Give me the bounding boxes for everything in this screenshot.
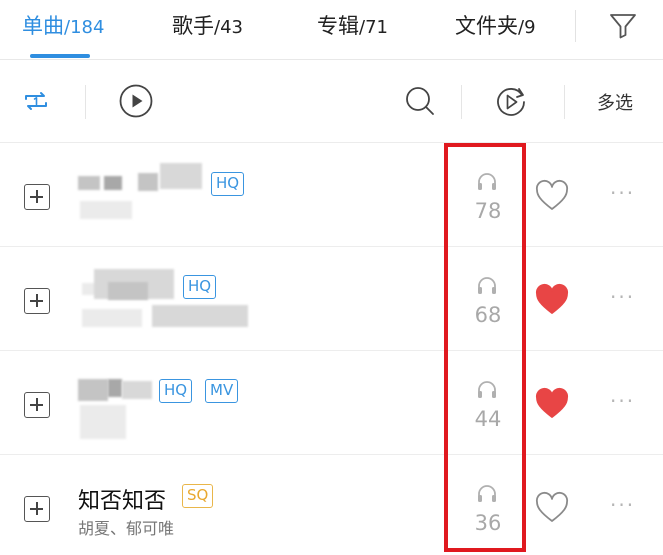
tab-bar: 单曲/184 歌手/43 专辑/71 文件夹/9 <box>0 0 663 60</box>
add-icon[interactable] <box>24 496 50 522</box>
tab-songs[interactable]: 单曲/184 <box>22 8 104 44</box>
heart-icon[interactable] <box>534 387 570 421</box>
multi-select-button[interactable]: 多选 <box>597 89 633 115</box>
hq-badge: HQ <box>183 275 217 299</box>
toolbar-divider <box>564 85 565 119</box>
search-icon <box>406 87 434 115</box>
mv-badge[interactable]: MV <box>205 379 239 403</box>
search-button[interactable] <box>402 83 438 123</box>
tab-albums-label: 专辑 <box>317 14 359 38</box>
heart-icon[interactable] <box>534 179 570 213</box>
blurred-title <box>78 176 100 190</box>
song-row[interactable]: HQ MV 44 ··· <box>0 351 663 455</box>
tab-singers-label: 歌手 <box>172 14 214 38</box>
tab-divider <box>575 10 576 42</box>
song-row[interactable]: HQ 78 ··· <box>0 143 663 247</box>
toolbar-divider <box>85 85 86 119</box>
blurred-artist <box>82 309 142 327</box>
tab-singers-count: /43 <box>214 17 243 38</box>
song-row[interactable]: HQ 68 ··· <box>0 247 663 351</box>
toolbar-divider <box>461 85 462 119</box>
active-tab-indicator <box>30 54 90 58</box>
play-count-highlight-box <box>444 143 526 552</box>
blurred-title <box>108 379 122 397</box>
blurred-title <box>108 282 148 300</box>
loop-one-icon <box>25 92 47 110</box>
blurred-artist <box>152 305 248 327</box>
heart-icon[interactable] <box>534 283 570 317</box>
hq-badge: HQ <box>211 172 245 196</box>
tab-albums-count: /71 <box>359 17 388 38</box>
filter-button[interactable] <box>606 8 640 42</box>
heart-icon[interactable] <box>534 491 570 525</box>
filter-icon <box>610 14 636 39</box>
song-list-toolbar: 多选 <box>0 61 663 143</box>
more-icon[interactable]: ··· <box>610 181 635 205</box>
tab-albums[interactable]: 专辑/71 <box>317 8 388 44</box>
more-icon[interactable]: ··· <box>610 493 635 517</box>
hq-badge: HQ <box>159 379 193 403</box>
blurred-title <box>122 381 152 399</box>
tab-folders[interactable]: 文件夹/9 <box>455 8 536 44</box>
blurred-title <box>138 173 158 191</box>
tab-folders-label: 文件夹 <box>455 14 518 38</box>
tab-folders-count: /9 <box>518 17 536 38</box>
add-icon[interactable] <box>24 184 50 210</box>
blurred-artist <box>80 201 132 219</box>
blurred-artist <box>80 405 126 439</box>
play-all-button[interactable] <box>118 83 154 123</box>
tab-songs-label: 单曲 <box>22 14 64 38</box>
sq-badge: SQ <box>182 484 214 508</box>
shuffle-play-button[interactable] <box>492 83 530 125</box>
play-mode-button[interactable] <box>20 85 52 121</box>
more-icon[interactable]: ··· <box>610 389 635 413</box>
tab-singers[interactable]: 歌手/43 <box>172 8 243 44</box>
play-all-icon <box>119 84 153 118</box>
song-title: 知否知否 <box>78 489 167 514</box>
song-artist: 胡夏、郁可唯 <box>78 519 175 538</box>
tab-songs-count: /184 <box>64 17 105 38</box>
more-icon[interactable]: ··· <box>610 285 635 309</box>
blurred-title <box>104 176 122 190</box>
blurred-title <box>78 379 108 401</box>
add-icon[interactable] <box>24 288 50 314</box>
blurred-title <box>160 163 202 189</box>
add-icon[interactable] <box>24 392 50 418</box>
shuffle-play-icon <box>497 88 525 116</box>
song-row[interactable]: 知否知否 SQ 胡夏、郁可唯 36 ··· <box>0 455 663 555</box>
